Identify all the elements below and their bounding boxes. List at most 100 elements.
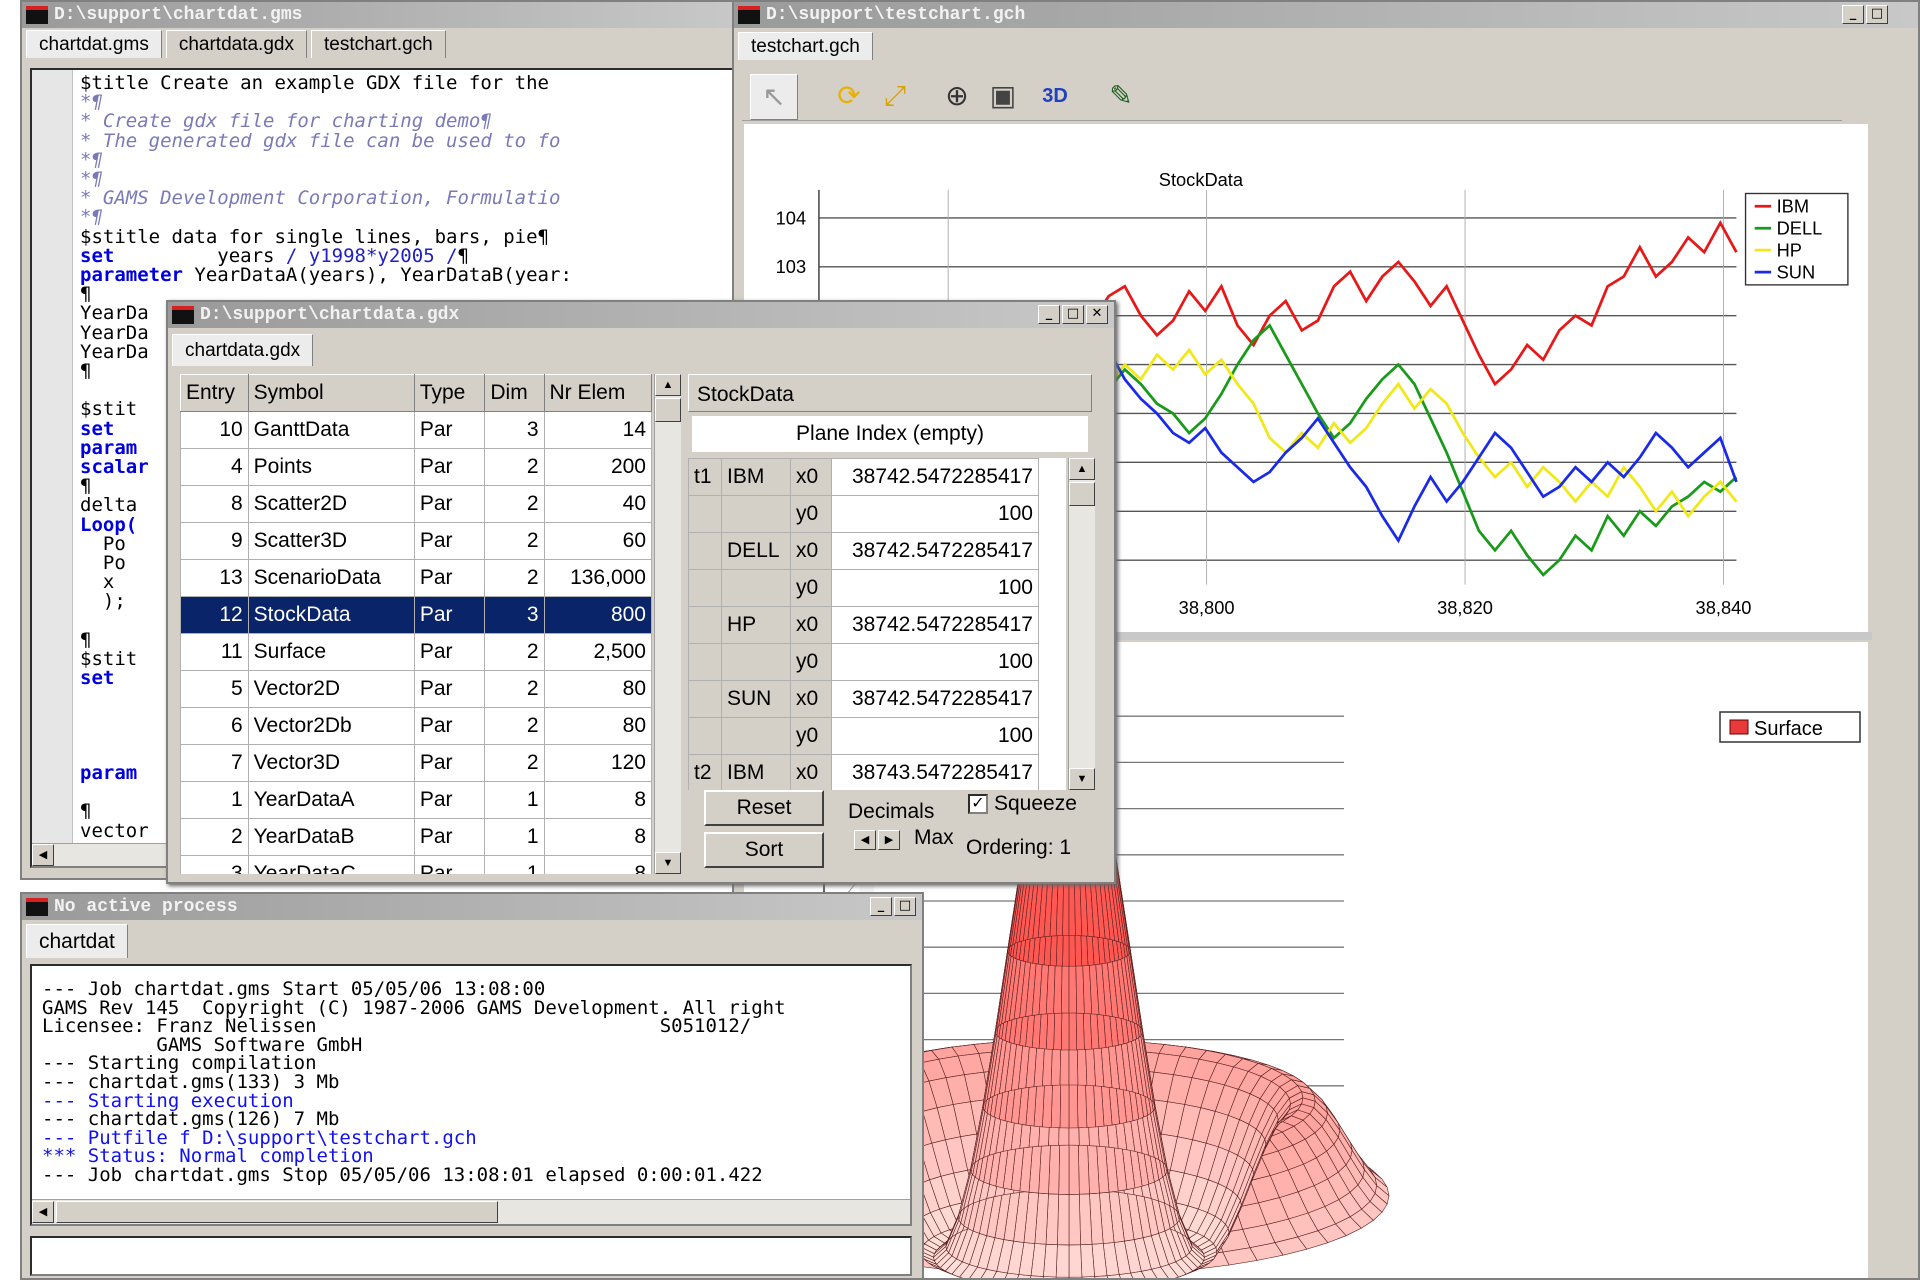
- tab-chartdata-gdx[interactable]: chartdata.gdx: [172, 334, 314, 366]
- chart-tabs: testchart.gch: [738, 32, 873, 62]
- scroll-left-icon[interactable]: ◀: [32, 844, 54, 866]
- detail-row[interactable]: y0 100: [688, 495, 1039, 533]
- column-header[interactable]: Nr Elem: [543, 374, 652, 412]
- process-log[interactable]: --- Job chartdat.gms Start 05/05/06 13:0…: [30, 964, 912, 1226]
- rotate-icon[interactable]: ⟳: [826, 74, 872, 118]
- scroll-down-icon[interactable]: ▼: [655, 852, 681, 874]
- column-header[interactable]: Dim: [484, 374, 545, 412]
- scroll-up-icon[interactable]: ▲: [655, 374, 681, 396]
- table-row[interactable]: 3 YearDataC Par 1 8: [180, 855, 652, 874]
- detail-row[interactable]: DELL x0 38742.5472285417: [688, 532, 1039, 570]
- chart-titlebar[interactable]: D:\support\testchart.gch _ □: [734, 2, 1918, 28]
- scroll-thumb[interactable]: [1069, 482, 1095, 506]
- detail-cell: HP: [721, 606, 791, 644]
- scroll-left-icon[interactable]: ◀: [32, 1201, 54, 1223]
- close-button[interactable]: ✕: [1086, 305, 1108, 324]
- table-row[interactable]: 12 StockData Par 3 800: [180, 596, 652, 634]
- table-cell: Par: [413, 670, 486, 708]
- scroll-thumb[interactable]: [56, 1201, 498, 1223]
- table-row[interactable]: 11 Surface Par 2 2,500: [180, 633, 652, 671]
- maximize-button[interactable]: □: [1866, 5, 1888, 24]
- table-row[interactable]: 7 Vector3D Par 2 120: [180, 744, 652, 782]
- code-line: *¶: [80, 170, 103, 189]
- table-cell: 60: [543, 522, 652, 560]
- 3d-toggle-icon[interactable]: 3D: [1032, 74, 1078, 118]
- minimize-button[interactable]: _: [870, 897, 892, 916]
- decimals-stepper[interactable]: ◀ ▶: [854, 830, 902, 850]
- squeeze-checkbox[interactable]: ✓: [968, 794, 988, 814]
- detail-row[interactable]: t1 IBM x0 38742.5472285417: [688, 458, 1039, 496]
- legend-label: Surface: [1754, 718, 1823, 740]
- code-line: param: [80, 764, 137, 783]
- table-row[interactable]: 9 Scatter3D Par 2 60: [180, 522, 652, 560]
- legend-swatch: [1729, 719, 1749, 735]
- detail-cell: [721, 569, 791, 607]
- detail-row[interactable]: SUN x0 38742.5472285417: [688, 680, 1039, 718]
- table-cell: 8: [180, 485, 249, 523]
- table-cell: YearDataA: [247, 781, 415, 819]
- maximize-button[interactable]: □: [894, 897, 916, 916]
- maximize-button[interactable]: □: [1062, 305, 1084, 324]
- decrease-icon[interactable]: ◀: [854, 830, 876, 850]
- detail-cell: x0: [790, 754, 832, 790]
- editor-titlebar[interactable]: D:\support\chartdat.gms: [22, 2, 738, 28]
- gdx-titlebar[interactable]: D:\support\chartdata.gdx _ □ ✕: [168, 302, 1114, 328]
- table-row[interactable]: 6 Vector2Db Par 2 80: [180, 707, 652, 745]
- chart-edit-icon[interactable]: ✎: [1098, 74, 1144, 118]
- table-cell: 40: [543, 485, 652, 523]
- detail-row[interactable]: y0 100: [688, 717, 1039, 755]
- table-cell: Par: [413, 522, 486, 560]
- tab-chartdata-gdx[interactable]: chartdata.gdx: [165, 30, 307, 58]
- detail-cell: [721, 717, 791, 755]
- tab-chartdat[interactable]: chartdat: [26, 924, 128, 958]
- table-cell: Scatter3D: [247, 522, 415, 560]
- sort-button[interactable]: Sort: [704, 832, 824, 868]
- column-header[interactable]: Entry: [180, 374, 249, 412]
- tab-testchart-gch[interactable]: testchart.gch: [738, 32, 873, 60]
- table-row[interactable]: 2 YearDataB Par 1 8: [180, 818, 652, 856]
- code-token: YearDataA(years), YearDataB(year:: [182, 264, 572, 286]
- tab-chartdat-gms[interactable]: chartdat.gms: [26, 30, 162, 58]
- x-tick-label: 38,820: [1437, 597, 1493, 618]
- gdx-title: D:\support\chartdata.gdx: [200, 305, 460, 325]
- table-row[interactable]: 8 Scatter2D Par 2 40: [180, 485, 652, 523]
- symbol-table: Entry Symbol Type Dim Nr Elem 10 GanttData Par…: [180, 374, 652, 874]
- tab-testchart-gch[interactable]: testchart.gch: [310, 30, 446, 58]
- gdx-tabs: chartdata.gdx: [172, 334, 314, 366]
- zoom-icon[interactable]: ⊕: [934, 74, 980, 118]
- symbol-table-scrollbar[interactable]: ▲ ▼: [654, 374, 681, 874]
- table-cell: 2: [484, 670, 545, 708]
- chart-legend: Surface: [1719, 711, 1861, 743]
- table-cell: Par: [413, 596, 486, 634]
- table-row[interactable]: 10 GanttData Par 3 14: [180, 411, 652, 449]
- pan-icon[interactable]: ⤢: [872, 74, 918, 118]
- column-header[interactable]: Symbol: [247, 374, 415, 412]
- pointer-icon[interactable]: ↖: [750, 74, 798, 120]
- detail-row[interactable]: y0 100: [688, 643, 1039, 681]
- increase-icon[interactable]: ▶: [878, 830, 900, 850]
- reset-button[interactable]: Reset: [704, 790, 824, 826]
- scroll-down-icon[interactable]: ▼: [1069, 768, 1095, 790]
- surface-cell: [1055, 1244, 1070, 1278]
- command-input[interactable]: [30, 1236, 912, 1276]
- detail-scrollbar[interactable]: ▲ ▼: [1068, 458, 1095, 790]
- column-header[interactable]: Type: [413, 374, 486, 412]
- process-titlebar[interactable]: No active process _ □: [22, 894, 922, 920]
- select-area-icon[interactable]: ▣: [980, 74, 1026, 118]
- horizontal-scrollbar[interactable]: ◀: [32, 1199, 910, 1224]
- chart-title: StockData: [1159, 169, 1244, 190]
- detail-row[interactable]: t2 IBM x0 38743.5472285417: [688, 754, 1039, 790]
- table-cell: 2: [180, 818, 249, 856]
- scroll-thumb[interactable]: [655, 398, 681, 422]
- minimize-button[interactable]: _: [1038, 305, 1060, 324]
- table-cell: 80: [543, 707, 652, 745]
- detail-row[interactable]: HP x0 38742.5472285417: [688, 606, 1039, 644]
- table-row[interactable]: 5 Vector2D Par 2 80: [180, 670, 652, 708]
- table-row[interactable]: 13 ScenarioData Par 2 136,000: [180, 559, 652, 597]
- detail-row[interactable]: y0 100: [688, 569, 1039, 607]
- table-row[interactable]: 1 YearDataA Par 1 8: [180, 781, 652, 819]
- plane-index-label: Plane Index (empty): [692, 416, 1088, 452]
- table-row[interactable]: 4 Points Par 2 200: [180, 448, 652, 486]
- scroll-up-icon[interactable]: ▲: [1069, 458, 1095, 480]
- minimize-button[interactable]: _: [1842, 5, 1864, 24]
